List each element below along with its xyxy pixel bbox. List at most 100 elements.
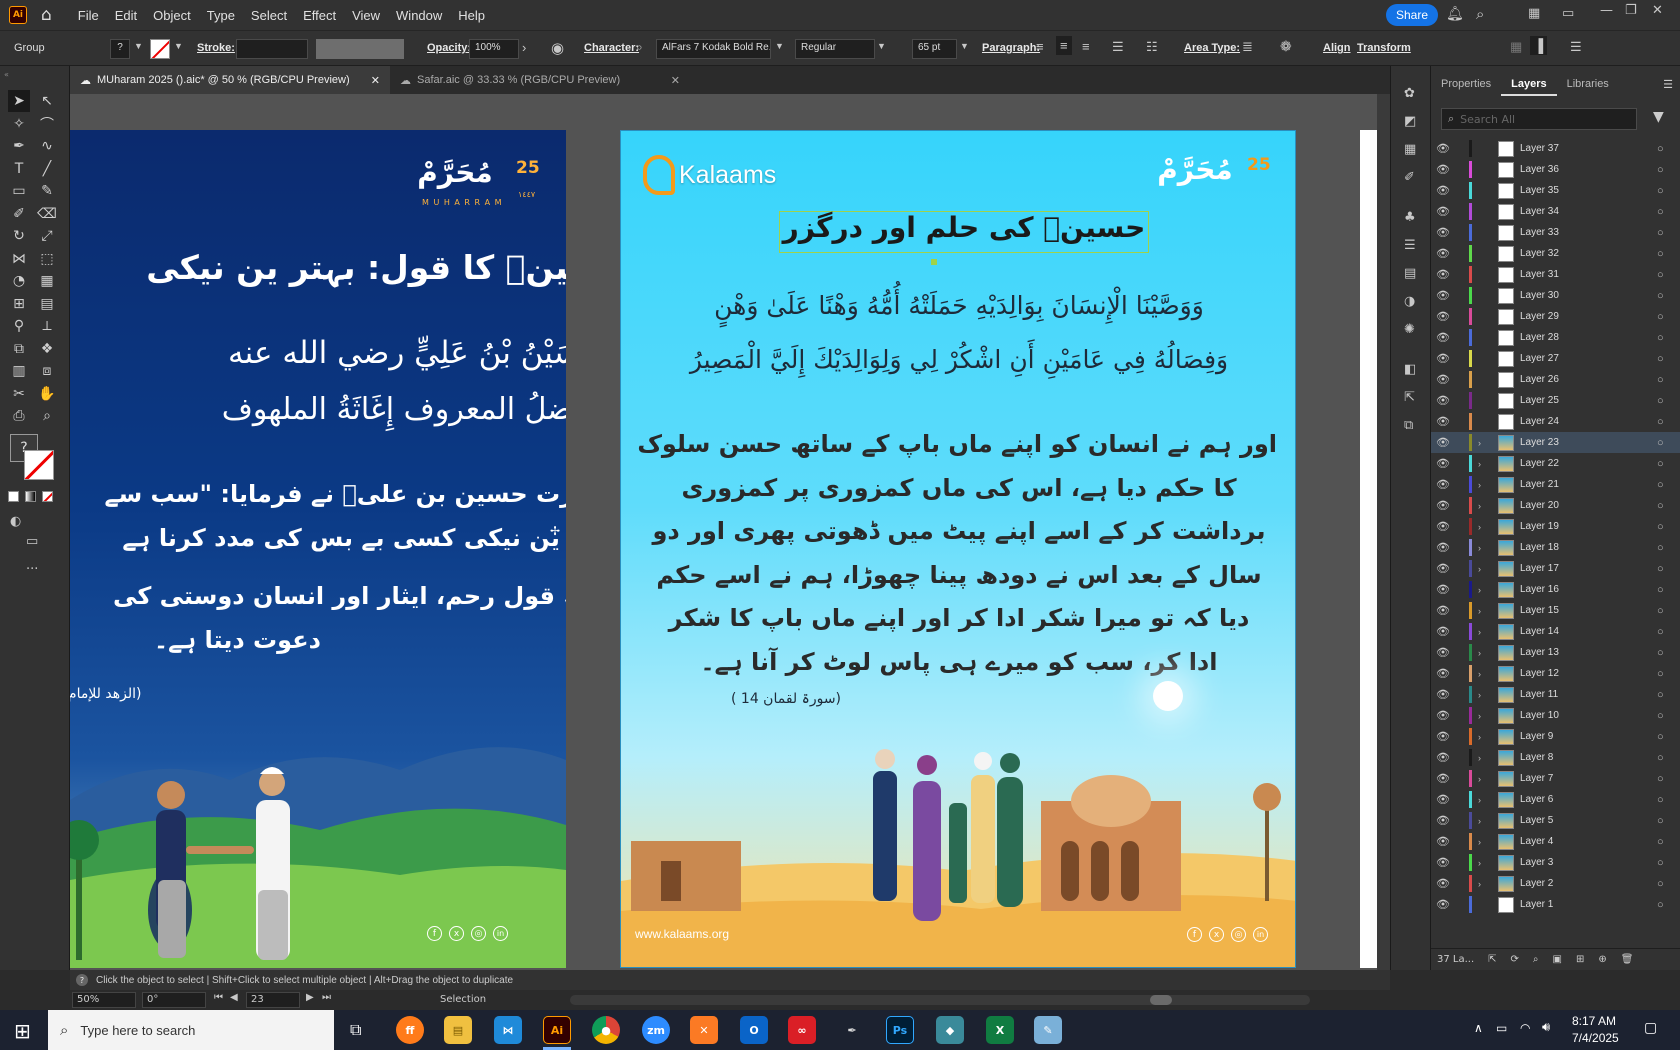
perspective-grid-icon[interactable]: ▦ [36, 270, 58, 292]
text-tool-option-icon[interactable]: ▐ [1530, 36, 1548, 55]
layer-row[interactable]: 👁︎ › Layer 13 ○ [1431, 642, 1680, 663]
export-icon[interactable]: ⇱ [1488, 954, 1496, 965]
panel-menu-icon[interactable]: ☰ [1655, 74, 1680, 96]
eraser-icon[interactable]: ⌫ [36, 203, 58, 225]
layer-name[interactable]: Layer 4 [1520, 836, 1657, 847]
align-label[interactable]: Align [1323, 42, 1351, 54]
type-tool-icon[interactable]: T [8, 158, 30, 180]
layer-name[interactable]: Layer 11 [1520, 689, 1657, 700]
expand-chevron-icon[interactable]: › [1478, 795, 1490, 805]
lasso-icon[interactable]: ⌒ [36, 113, 58, 135]
layer-name[interactable]: Layer 14 [1520, 626, 1657, 637]
properties-panel-icon[interactable]: ◩ [1404, 114, 1416, 129]
graph-tool-icon[interactable]: ▥ [8, 360, 30, 382]
panel-menu-icon[interactable]: ☰ [1570, 39, 1582, 55]
visibility-eye-icon[interactable]: 👁︎ [1431, 457, 1455, 470]
visibility-eye-icon[interactable]: 👁︎ [1431, 142, 1455, 155]
layer-row[interactable]: 👁︎ › Layer 3 ○ [1431, 852, 1680, 873]
puppet-icon[interactable]: ❁ [1280, 38, 1292, 55]
visibility-eye-icon[interactable]: 👁︎ [1431, 646, 1455, 659]
layer-row[interactable]: 👁︎ Layer 28 ○ [1431, 327, 1680, 348]
new-layer-icon[interactable]: ⊕ [1598, 954, 1606, 965]
layer-row[interactable]: 👁︎ › Layer 2 ○ [1431, 873, 1680, 894]
target-circle-icon[interactable]: ○ [1657, 437, 1680, 449]
draw-mode-icon[interactable]: ◐ [10, 514, 21, 529]
target-circle-icon[interactable]: ○ [1657, 584, 1680, 596]
scale-tool-icon[interactable]: ⤢ [36, 225, 58, 247]
target-circle-icon[interactable]: ○ [1657, 374, 1680, 386]
layer-row[interactable]: 👁︎ › Layer 5 ○ [1431, 810, 1680, 831]
align-left-icon[interactable]: ≡ [1036, 39, 1044, 54]
target-circle-icon[interactable]: ○ [1657, 773, 1680, 785]
zoom-field[interactable]: 50% [72, 992, 136, 1008]
x-icon[interactable]: x [449, 926, 464, 941]
menu-file[interactable]: File [70, 8, 107, 23]
visibility-eye-icon[interactable]: 👁︎ [1431, 772, 1455, 785]
layer-name[interactable]: Layer 34 [1520, 206, 1657, 217]
next-artboard-icon[interactable]: ▶ [306, 992, 314, 1003]
layer-name[interactable]: Layer 10 [1520, 710, 1657, 721]
layer-row[interactable]: 👁︎ › Layer 8 ○ [1431, 747, 1680, 768]
target-circle-icon[interactable]: ○ [1657, 206, 1680, 218]
expand-chevron-icon[interactable]: › [1478, 585, 1490, 595]
windows-start-icon[interactable]: ⊞ [14, 1019, 31, 1043]
expand-chevron-icon[interactable]: › [1478, 438, 1490, 448]
expand-chevron-icon[interactable]: › [1478, 501, 1490, 511]
target-circle-icon[interactable]: ○ [1657, 563, 1680, 575]
symbols-icon[interactable]: ♣ [1404, 210, 1416, 225]
visibility-eye-icon[interactable]: 👁︎ [1431, 793, 1455, 806]
visibility-eye-icon[interactable]: 👁︎ [1431, 877, 1455, 890]
fill-dropdown-icon[interactable]: ▼ [134, 41, 143, 51]
tab-close-icon[interactable]: ✕ [371, 74, 380, 87]
outlook-icon[interactable]: O [740, 1016, 768, 1044]
wifi-icon[interactable]: ◠ [1520, 1021, 1530, 1035]
target-circle-icon[interactable]: ○ [1657, 458, 1680, 470]
pen-tool-icon[interactable]: ✒ [8, 135, 30, 157]
visibility-eye-icon[interactable]: 👁︎ [1431, 289, 1455, 302]
layer-name[interactable]: Layer 29 [1520, 311, 1657, 322]
locate-icon[interactable]: ⌕ [1533, 954, 1539, 965]
layer-row[interactable]: 👁︎ Layer 34 ○ [1431, 201, 1680, 222]
search-icon[interactable]: ⌕ [1476, 5, 1484, 23]
opacity-arrow-icon[interactable]: › [522, 40, 526, 55]
visibility-eye-icon[interactable]: 👁︎ [1431, 625, 1455, 638]
character-label[interactable]: Character: [584, 42, 639, 54]
expand-chevron-icon[interactable]: › [1478, 627, 1490, 637]
visibility-eye-icon[interactable]: 👁︎ [1431, 268, 1455, 281]
expand-chevron-icon[interactable]: › [1478, 459, 1490, 469]
visibility-eye-icon[interactable]: 👁︎ [1431, 184, 1455, 197]
target-circle-icon[interactable]: ○ [1657, 731, 1680, 743]
layer-name[interactable]: Layer 2 [1520, 878, 1657, 889]
align-right-icon[interactable]: ≡ [1082, 39, 1090, 54]
clip-icon[interactable]: ▣ [1553, 954, 1562, 965]
collapse-icon[interactable]: « [4, 70, 66, 79]
layer-row[interactable]: 👁︎ Layer 30 ○ [1431, 285, 1680, 306]
layer-row[interactable]: 👁︎ Layer 25 ○ [1431, 390, 1680, 411]
target-circle-icon[interactable]: ○ [1657, 752, 1680, 764]
first-artboard-icon[interactable]: ⏮ [214, 992, 223, 1003]
visibility-eye-icon[interactable]: 👁︎ [1431, 856, 1455, 869]
visibility-eye-icon[interactable]: 👁︎ [1431, 898, 1455, 911]
layer-row[interactable]: 👁︎ › Layer 22 ○ [1431, 453, 1680, 474]
notification-icon[interactable]: ▢ [1644, 1020, 1657, 1036]
target-circle-icon[interactable]: ○ [1657, 857, 1680, 869]
appearance-icon[interactable]: ✺ [1404, 322, 1415, 337]
expand-chevron-icon[interactable]: › [1478, 522, 1490, 532]
layer-name[interactable]: Layer 1 [1520, 899, 1657, 910]
gradient-panel-icon[interactable]: ▤ [1404, 266, 1416, 281]
creative-cloud-icon[interactable]: ∞ [788, 1016, 816, 1044]
layer-row[interactable]: 👁︎ › Layer 23 ○ [1431, 432, 1680, 453]
target-circle-icon[interactable]: ○ [1657, 899, 1680, 911]
menu-object[interactable]: Object [145, 8, 199, 23]
layer-row[interactable]: 👁︎ Layer 36 ○ [1431, 159, 1680, 180]
expand-chevron-icon[interactable]: › [1478, 711, 1490, 721]
target-circle-icon[interactable]: ○ [1657, 836, 1680, 848]
layer-name[interactable]: Layer 24 [1520, 416, 1657, 427]
target-circle-icon[interactable]: ○ [1657, 878, 1680, 890]
layer-row[interactable]: 👁︎ Layer 27 ○ [1431, 348, 1680, 369]
symbol-sprayer-icon[interactable]: ❖ [36, 338, 58, 360]
magic-wand-icon[interactable]: ✧ [8, 113, 30, 135]
visibility-eye-icon[interactable]: 👁︎ [1431, 436, 1455, 449]
expand-chevron-icon[interactable]: › [1478, 837, 1490, 847]
opacity-label[interactable]: Opacity: [427, 42, 471, 54]
